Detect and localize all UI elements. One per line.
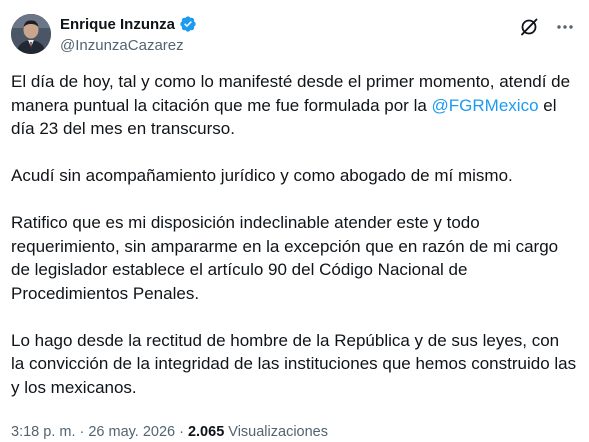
tweet-paragraph-4: Lo hago desde la rectitud de hombre de l…: [11, 330, 577, 397]
tweet: Enrique Inzunza @InzunzaCazarez El día d…: [0, 0, 589, 440]
separator: ·: [79, 424, 85, 440]
tweet-paragraph-1: El día de hoy, tal y como lo manifesté d…: [11, 70, 577, 141]
views-label: Visualizaciones: [228, 424, 328, 440]
tweet-time[interactable]: 3:18 p. m.: [11, 424, 75, 440]
tweet-paragraph-3: Ratifico que es mi disposición indeclina…: [11, 213, 559, 303]
avatar[interactable]: [11, 14, 51, 54]
tweet-paragraph-2: Acudí sin acompañamiento jurídico y como…: [11, 166, 513, 185]
verified-badge-icon[interactable]: [179, 15, 197, 33]
grok-icon[interactable]: [519, 17, 539, 37]
tweet-date[interactable]: 26 may. 2026: [88, 424, 175, 440]
views-count: 2.065: [187, 424, 225, 440]
display-name-row: Enrique Inzunza: [60, 13, 197, 35]
avatar-image: [11, 14, 51, 54]
author-handle[interactable]: @InzunzaCazarez: [60, 36, 197, 56]
separator: ·: [179, 424, 184, 440]
tweet-meta: 3:18 p. m. · 26 may. 2026 · 2.065 Visualizac…: [11, 422, 328, 442]
tweet-text: El día de hoy, tal y como lo manifesté d…: [11, 70, 577, 399]
mention-link[interactable]: @FGRMexico: [432, 96, 539, 115]
more-icon[interactable]: [555, 17, 575, 37]
tweet-actions: [519, 17, 575, 37]
author-info: Enrique Inzunza @InzunzaCazarez: [60, 13, 197, 56]
display-name[interactable]: Enrique Inzunza: [60, 16, 175, 33]
